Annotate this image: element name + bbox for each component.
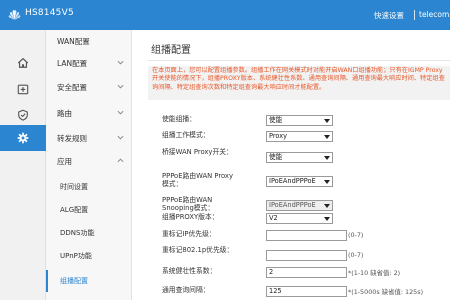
nav-home[interactable] <box>0 50 46 76</box>
quick-setup-link[interactable]: 快速设置 <box>374 10 404 21</box>
nav-add[interactable] <box>0 76 46 102</box>
menu-item-label: 应用 <box>57 156 72 166</box>
menu-item-label: UPnP功能 <box>60 252 92 260</box>
menu-item-label: DDNS功能 <box>60 229 95 237</box>
dropdown-arrow-icon <box>324 204 330 208</box>
remark-ip-priority-input[interactable] <box>266 230 347 241</box>
dropdown-arrow-icon <box>324 119 330 123</box>
menu-item-label: WAN配置 <box>57 36 90 46</box>
select-value: IPoEAndPPPoE <box>269 177 316 185</box>
field-label: 重标记802.1p优先级： <box>162 246 234 254</box>
gear-icon <box>17 132 29 144</box>
row-proxy-version: 组播PROXY版本： V2 <box>162 213 450 225</box>
work-mode-select[interactable]: Proxy <box>266 131 333 142</box>
field-label: PPPoE路由WAN Snooping模式： <box>162 196 215 212</box>
menu-item-ddns[interactable]: DDNS功能 <box>46 222 132 244</box>
field-label: 系统健壮性系数： <box>162 267 217 275</box>
field-label: 组播工作模式： <box>162 131 210 139</box>
robustness-input[interactable]: 2 <box>266 267 347 278</box>
row-remark-ip-priority: 重标记IP优先级： (0-7) <box>162 230 450 242</box>
row-robustness: 系统健壮性系数： 2 *(1-10 缺省值: 2) <box>162 267 450 279</box>
field-label: PPPoE路由WAN Proxy模式： <box>162 172 233 188</box>
operator-link[interactable]: telecom <box>419 10 449 19</box>
row-multicast-enable: 使能组播： 使能 <box>162 115 450 127</box>
bridge-wan-proxy-select[interactable]: 使能 <box>266 152 333 163</box>
nav-advanced[interactable] <box>0 125 46 151</box>
huawei-logo-icon <box>8 10 21 20</box>
proxy-version-select[interactable]: V2 <box>266 213 333 224</box>
menu-item-label: 路由 <box>57 108 72 118</box>
row-pppoe-wan-snooping: PPPoE路由WAN Snooping模式： IPoEAndPPPoE <box>162 196 450 212</box>
row-remark-8021p-priority: 重标记802.1p优先级： (0-7) <box>162 246 450 262</box>
menu-item-label: 组播配置 <box>60 277 88 285</box>
field-label: 组播PROXY版本： <box>162 213 219 221</box>
pppoe-wan-proxy-select[interactable]: IPoEAndPPPoE <box>266 176 333 187</box>
chevron-down-icon <box>117 84 124 89</box>
select-value: 使能 <box>269 153 283 161</box>
page-title: 组播配置 <box>151 45 191 56</box>
menu-item-time-settings[interactable]: 时间设置 <box>46 176 132 198</box>
dropdown-arrow-icon <box>324 217 330 221</box>
menu-item-wan[interactable]: WAN配置 <box>46 30 132 52</box>
row-work-mode: 组播工作模式： Proxy <box>162 131 450 143</box>
header-divider <box>414 10 415 20</box>
query-interval-input[interactable]: 125 <box>266 286 347 297</box>
menu-item-label: 安全配置 <box>57 82 87 92</box>
shield-icon <box>18 109 28 121</box>
menu-item-forward-rules[interactable]: 转发规则 <box>46 127 132 149</box>
row-pppoe-wan-proxy: PPPoE路由WAN Proxy模式： IPoEAndPPPoE <box>162 172 450 188</box>
menu-item-security[interactable]: 安全配置 <box>46 76 132 98</box>
menu-item-multicast[interactable]: 组播配置 <box>46 270 132 292</box>
secondary-nav: WAN配置 LAN配置 安全配置 路由 转发规则 应用 时间设置 ALG配置 D… <box>46 30 132 300</box>
menu-item-route[interactable]: 路由 <box>46 102 132 124</box>
menu-item-label: 转发规则 <box>57 133 87 143</box>
menu-item-alg[interactable]: ALG配置 <box>46 199 132 221</box>
field-label: 使能组播： <box>162 115 196 123</box>
top-bar: HS8145V5 快速设置 telecom <box>0 0 450 30</box>
menu-item-label: ALG配置 <box>60 206 89 214</box>
plus-box-icon <box>17 84 29 95</box>
field-hint: (0-7) <box>348 231 364 239</box>
row-bridge-wan-proxy: 桥接WAN Proxy开关： 使能 <box>162 148 450 164</box>
dropdown-arrow-icon <box>324 135 330 139</box>
menu-item-upnp[interactable]: UPnP功能 <box>46 245 132 267</box>
dropdown-arrow-icon <box>324 156 330 160</box>
row-query-interval: 通用查询间隔： 125 *(1-5000s 缺省值: 125s) <box>162 286 450 298</box>
main-content: 组播配置 在本页面上，您可以配置组播参数。组播工作在网关模式时对能开启WAN口组… <box>132 30 450 300</box>
menu-item-label: LAN配置 <box>57 58 88 68</box>
menu-item-lan[interactable]: LAN配置 <box>46 52 132 74</box>
select-value: Proxy <box>269 132 288 140</box>
pppoe-wan-snooping-select[interactable]: IPoEAndPPPoE <box>266 200 333 211</box>
page-notice: 在本页面上，您可以配置组播参数。组播工作在网关模式时对能开启WAN口组播功能；只… <box>148 66 450 100</box>
multicast-enable-select[interactable]: 使能 <box>266 115 333 126</box>
select-value: 使能 <box>269 116 283 124</box>
select-value: V2 <box>269 214 278 222</box>
select-value: IPoEAndPPPoE <box>269 201 316 209</box>
chevron-down-icon <box>117 135 124 140</box>
brand-title: HS8145V5 <box>25 8 74 18</box>
chevron-down-icon <box>117 60 124 65</box>
field-hint: (0-7) <box>348 251 364 259</box>
menu-item-label: 时间设置 <box>60 183 88 191</box>
primary-nav <box>0 30 46 300</box>
field-hint: *(1-10 缺省值: 2) <box>348 269 401 277</box>
chevron-down-icon <box>117 110 124 115</box>
home-icon <box>17 57 29 68</box>
field-hint: *(1-5000s 缺省值: 125s) <box>348 288 424 296</box>
title-divider <box>148 60 450 61</box>
field-label: 桥接WAN Proxy开关： <box>162 148 233 156</box>
remark-8021p-priority-input[interactable] <box>266 250 347 261</box>
dropdown-arrow-icon <box>324 180 330 184</box>
chevron-up-icon <box>117 158 124 163</box>
field-label: 重标记IP优先级： <box>162 230 216 238</box>
field-label: 通用查询间隔： <box>162 286 210 294</box>
menu-item-application[interactable]: 应用 <box>46 150 132 172</box>
